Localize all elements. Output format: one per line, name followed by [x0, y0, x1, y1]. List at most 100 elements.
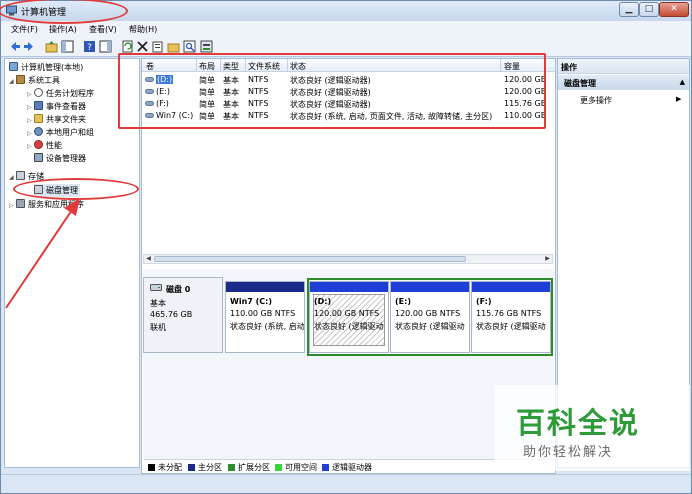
tree-item-label: 事件查看器 [46, 102, 86, 111]
menu-view[interactable]: 查看(V) [89, 24, 117, 35]
tree-item-label: 本地用户和组 [46, 128, 94, 137]
maximize-icon: □ [644, 4, 654, 14]
disk-name: 磁盘 0 [166, 285, 191, 294]
computer-icon [9, 62, 18, 71]
back-icon[interactable] [8, 40, 21, 53]
scroll-right-icon[interactable]: ▶ [543, 255, 552, 263]
menu-file[interactable]: 文件(F) [11, 24, 38, 35]
legend-label: 逻辑驱动器 [332, 463, 372, 472]
collapse-arrow-icon[interactable]: ◢ [9, 75, 16, 88]
event-viewer-icon [34, 101, 43, 110]
tree-item-device-manager[interactable]: 设备管理器 [34, 152, 86, 165]
partition-name: (E:) [395, 297, 411, 306]
actions-section-disk-management[interactable]: 磁盘管理 ▲ [558, 75, 689, 90]
tree-item-shared-folders[interactable]: ▷ 共享文件夹 [27, 113, 86, 126]
submenu-arrow-icon[interactable]: ▶ [676, 95, 681, 103]
tree-item-label: 系统工具 [28, 76, 60, 85]
tree-item-local-users[interactable]: ▷ 本地用户和组 [27, 126, 94, 139]
legend-swatch [148, 464, 155, 471]
users-icon [34, 127, 43, 136]
legend-swatch [322, 464, 329, 471]
legend-swatch [275, 464, 282, 471]
watermark: 百科全说 助你轻松解决 [494, 385, 690, 471]
watermark-subtitle: 助你轻松解决 [523, 445, 614, 460]
partition-name: (F:) [476, 297, 492, 306]
close-button[interactable]: ✕ [659, 2, 689, 17]
help-icon[interactable]: ? [83, 40, 96, 53]
horizontal-scrollbar[interactable]: ◀ ▶ [143, 254, 553, 264]
partition-c[interactable]: Win7 (C:) 110.00 GB NTFS 状态良好 (系统, 启动 [225, 281, 305, 353]
performance-icon [34, 140, 43, 149]
watermark-title: 百科全说 [516, 406, 641, 440]
status-bar [1, 474, 691, 493]
menu-help[interactable]: 帮助(H) [129, 24, 157, 35]
properties-icon[interactable] [151, 40, 164, 53]
open-folder-icon[interactable] [167, 40, 180, 53]
partition-status: 状态良好 (逻辑驱动 [314, 322, 384, 331]
disk-0-label[interactable]: 磁盘 0 基本 465.76 GB 联机 [143, 277, 223, 353]
tree-item-label: 服务和应用程序 [28, 200, 84, 209]
legend-label: 扩展分区 [238, 463, 270, 472]
more-actions[interactable]: 更多操作 [580, 95, 612, 106]
tree-item-label: 计算机管理(本地) [21, 63, 84, 72]
partition-e[interactable]: (E:) 120.00 GB NTFS 状态良好 (逻辑驱动 [390, 281, 470, 353]
collapse-arrow-icon[interactable]: ◢ [9, 171, 16, 184]
legend-item: 未分配 [148, 462, 182, 473]
menu-action[interactable]: 操作(A) [49, 24, 77, 35]
tree-item-root[interactable]: 计算机管理(本地) [9, 61, 83, 74]
clock-icon [34, 88, 43, 97]
expand-arrow-icon[interactable]: ▷ [9, 199, 16, 212]
partition-name: (D:) [314, 297, 332, 306]
partition-size: 120.00 GB NTFS [395, 309, 461, 318]
legend-item: 主分区 [188, 462, 222, 473]
search-icon[interactable] [183, 40, 196, 53]
disk-type: 基本 [150, 299, 166, 308]
more-actions-label: 更多操作 [580, 96, 612, 105]
actions-section-label: 磁盘管理 [564, 79, 596, 88]
show-hide-tree-icon[interactable] [61, 40, 74, 53]
logical-drive-bar [472, 282, 550, 292]
collapse-up-icon[interactable]: ▲ [680, 78, 685, 86]
partition-f[interactable]: (F:) 115.76 GB NTFS 状态良好 (逻辑驱动 [471, 281, 551, 353]
legend-item: 扩展分区 [228, 462, 270, 473]
disk-drive-icon [150, 284, 162, 291]
partition-status: 状态良好 (逻辑驱动 [395, 322, 465, 331]
disk-state: 联机 [150, 323, 166, 332]
legend-swatch [188, 464, 195, 471]
scrollbar-thumb[interactable] [154, 256, 466, 262]
maximize-button[interactable]: □ [639, 2, 659, 17]
actions-header: 操作 [558, 59, 689, 74]
services-icon [16, 199, 25, 208]
partition-d[interactable]: (D:) 120.00 GB NTFS 状态良好 (逻辑驱动 [309, 281, 389, 353]
tree-item-label: 任务计划程序 [46, 89, 94, 98]
up-folder-icon[interactable] [45, 40, 58, 53]
show-hide-action-pane-icon[interactable] [99, 40, 112, 53]
annotation-box-volume-list [118, 53, 546, 129]
disk-map: 磁盘 0 基本 465.76 GB 联机 Win7 (C:) 110.00 GB… [143, 269, 554, 459]
legend-swatch [228, 464, 235, 471]
tree-item-task-scheduler[interactable]: ▷ 任务计划程序 [27, 87, 94, 100]
expand-arrow-icon[interactable]: ▷ [27, 140, 34, 153]
tree-item-event-viewer[interactable]: ▷ 事件查看器 [27, 100, 86, 113]
partition-size: 120.00 GB NTFS [314, 309, 380, 318]
legend-item: 可用空间 [275, 462, 317, 473]
scroll-left-icon[interactable]: ◀ [144, 255, 153, 263]
legend-label: 主分区 [198, 463, 222, 472]
forward-icon[interactable] [23, 40, 36, 53]
tree-item-system-tools[interactable]: ◢ 系统工具 [9, 74, 60, 87]
logical-drive-bar [310, 282, 388, 292]
partition-size: 110.00 GB NTFS [230, 309, 296, 318]
refresh-icon[interactable] [121, 40, 134, 53]
minimize-button[interactable]: ▁ [619, 2, 639, 17]
tree-item-performance[interactable]: ▷ 性能 [27, 139, 62, 152]
partition-legend: 未分配 主分区 扩展分区 可用空间 逻辑驱动器 [144, 459, 554, 472]
minimize-icon: ▁ [625, 4, 633, 14]
tools-icon [16, 75, 25, 84]
partition-name: Win7 (C:) [230, 297, 272, 306]
delete-icon[interactable] [136, 40, 149, 53]
legend-label: 未分配 [158, 463, 182, 472]
primary-partition-bar [226, 282, 304, 292]
legend-item: 逻辑驱动器 [322, 462, 372, 473]
shared-folder-icon [34, 114, 43, 123]
settings-icon[interactable] [200, 40, 213, 53]
